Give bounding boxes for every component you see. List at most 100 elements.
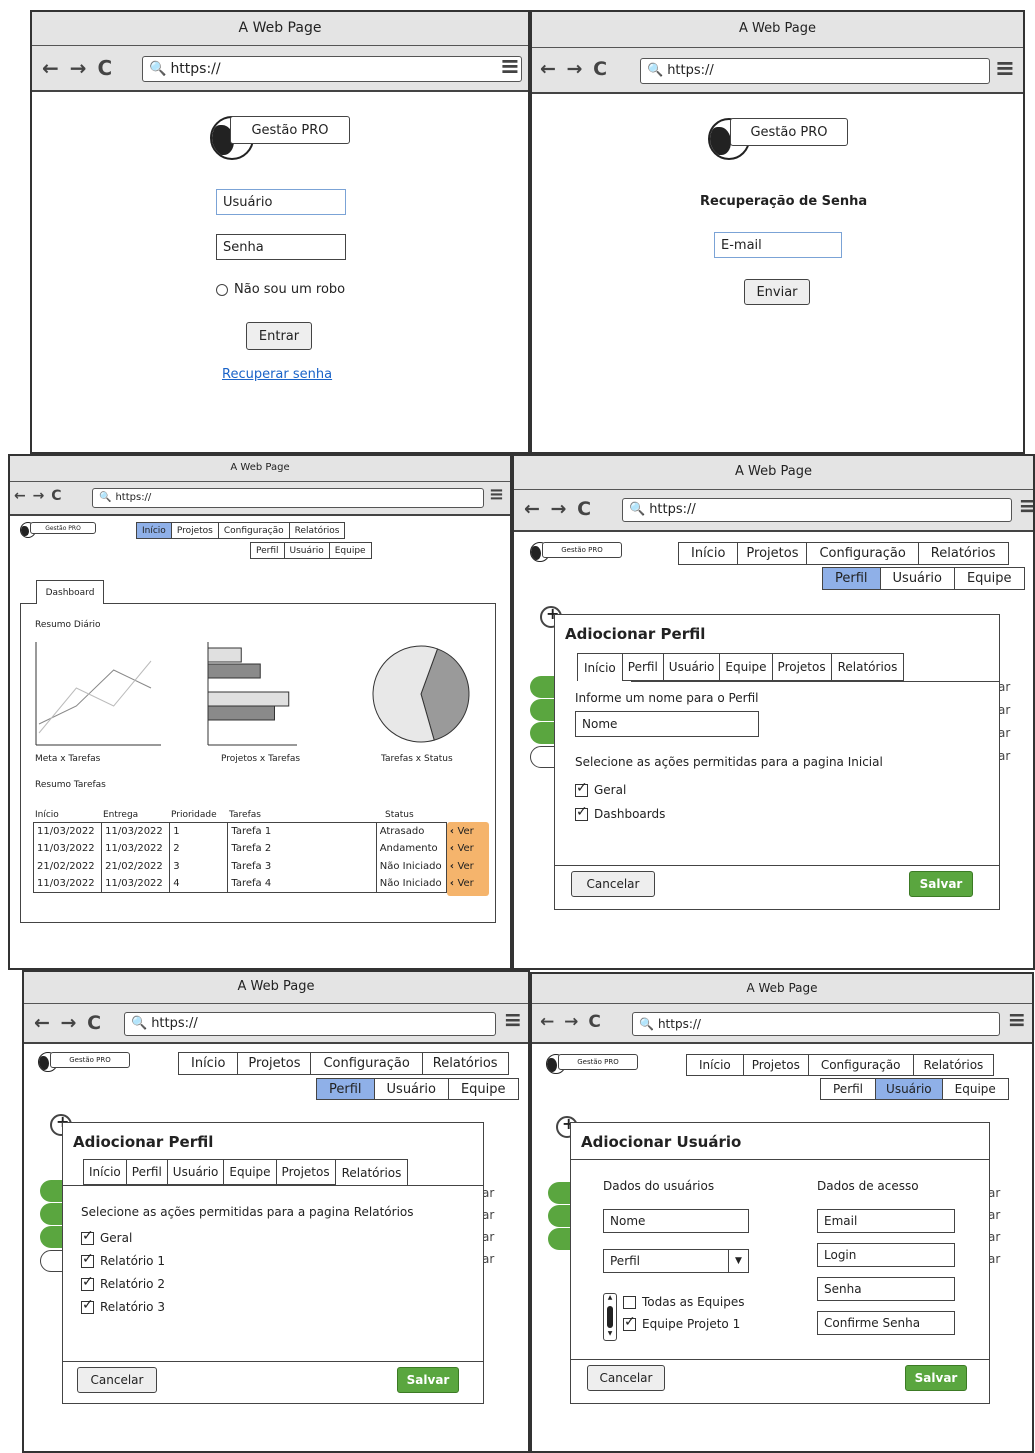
menu-icon[interactable]: ≡ [500,52,520,80]
tab-relatorios[interactable]: Relatórios [917,542,1009,565]
tab-relatorios[interactable]: Relatórios [912,1054,995,1076]
dialog-tab-relatorios[interactable]: Relatórios [334,1159,409,1185]
check-team-project-1[interactable]: Equipe Projeto 1 [623,1314,740,1331]
menu-icon[interactable]: ≡ [1019,494,1033,519]
check-dashboards[interactable]: Dashboards [575,804,665,821]
back-arrow-icon[interactable]: ← [540,58,558,80]
menu-icon[interactable]: ≡ [1008,1008,1026,1033]
save-button[interactable]: Salvar [905,1365,967,1391]
dialog-tab-equipe[interactable]: Equipe [223,1159,276,1185]
tab-inicio[interactable]: Início [136,522,171,539]
url-input[interactable]: 🔍 https:// [622,498,1012,522]
dialog-tab-inicio[interactable]: Início [577,653,622,681]
dialog-tab-inicio[interactable]: Início [83,1159,126,1185]
tab-usuario[interactable]: Usuário [879,567,954,590]
check-relatorio-2[interactable]: Relatório 2 [81,1274,165,1291]
back-arrow-icon[interactable]: ← [34,1012,52,1034]
dialog-tab-projetos[interactable]: Projetos [275,1159,335,1185]
menu-icon[interactable]: ≡ [995,54,1015,82]
forward-arrow-icon[interactable]: → [70,56,89,80]
tab-perfil[interactable]: Perfil [822,567,880,590]
reload-icon[interactable]: C [97,56,114,80]
scroll-thumb[interactable] [607,1306,613,1328]
dialog-tab-projetos[interactable]: Projetos [771,653,831,681]
scroll-down-icon[interactable]: ▼ [604,1330,616,1340]
dialog-tab-relatorios[interactable]: Relatórios [830,653,905,681]
email-input[interactable]: E-mail [714,232,842,258]
dialog-tab-usuario[interactable]: Usuário [662,653,720,681]
check-all-teams[interactable]: Todas as Equipes [623,1295,744,1309]
cancel-button[interactable]: Cancelar [587,1365,665,1391]
tab-configuracao[interactable]: Configuração [807,1054,913,1076]
tab-inicio[interactable]: Início [178,1052,238,1075]
tab-usuario[interactable]: Usuário [875,1078,942,1100]
tab-equipe[interactable]: Equipe [953,567,1025,590]
send-button[interactable]: Enviar [744,279,810,305]
reload-icon[interactable]: C [588,1012,602,1032]
confirm-password-input[interactable]: Confirme Senha [817,1311,955,1335]
tab-equipe[interactable]: Equipe [447,1078,519,1100]
login-input[interactable]: Login [817,1243,955,1267]
password-input[interactable]: Senha [817,1277,955,1301]
tab-projetos[interactable]: Projetos [742,1054,808,1076]
url-input[interactable]: 🔍 https:// [124,1012,496,1036]
back-arrow-icon[interactable]: ← [540,1012,556,1032]
forward-arrow-icon[interactable]: → [567,58,585,80]
back-arrow-icon[interactable]: ← [14,488,27,504]
url-input[interactable]: 🔍 https:// [640,58,990,84]
dialog-tab-usuario[interactable]: Usuário [166,1159,224,1185]
tab-equipe[interactable]: Equipe [328,542,372,559]
forward-arrow-icon[interactable]: → [33,488,46,504]
recover-password-link[interactable]: Recuperar senha [222,367,332,382]
tab-usuario[interactable]: Usuário [373,1078,448,1100]
url-input[interactable]: 🔍 https:// [92,488,484,508]
teams-scrollbar[interactable]: ▲ ▼ [603,1293,617,1341]
tab-configuracao[interactable]: Configuração [310,1052,422,1075]
url-input[interactable]: 🔍 https:// [632,1012,1000,1036]
save-button[interactable]: Salvar [909,871,973,897]
tab-inicio[interactable]: Início [678,542,738,565]
password-input[interactable]: Senha [216,234,346,260]
check-geral[interactable]: Geral [575,780,626,797]
tab-configuracao[interactable]: Configuração [217,522,289,539]
menu-icon[interactable]: ≡ [504,1008,522,1033]
reload-icon[interactable]: C [577,498,593,520]
tab-inicio[interactable]: Início [686,1054,743,1076]
profile-select[interactable]: Perfil ▼ [603,1249,749,1273]
menu-icon[interactable]: ≡ [489,484,504,505]
dialog-tab-perfil[interactable]: Perfil [621,653,663,681]
login-button[interactable]: Entrar [246,322,312,350]
save-button[interactable]: Salvar [397,1367,459,1393]
tab-perfil[interactable]: Perfil [316,1078,374,1100]
view-button[interactable]: ‹ Ver [446,875,488,893]
dropdown-arrow-icon[interactable]: ▼ [728,1250,748,1272]
view-button[interactable]: ‹ Ver [446,858,488,876]
reload-icon[interactable]: C [87,1012,103,1034]
forward-arrow-icon[interactable]: → [551,498,569,520]
profile-name-input[interactable]: Nome [575,711,759,737]
email-input[interactable]: Email [817,1209,955,1233]
username-input[interactable]: Usuário [216,189,346,215]
back-arrow-icon[interactable]: ← [524,498,542,520]
reload-icon[interactable]: C [51,488,62,504]
back-arrow-icon[interactable]: ← [42,56,61,80]
tab-relatorios[interactable]: Relatórios [421,1052,509,1075]
view-button[interactable]: ‹ Ver [446,840,488,858]
scroll-up-icon[interactable]: ▲ [604,1294,616,1304]
cancel-button[interactable]: Cancelar [571,871,655,897]
dialog-tab-equipe[interactable]: Equipe [719,653,772,681]
view-button[interactable]: ‹ Ver [446,823,488,841]
tab-usuario[interactable]: Usuário [283,542,329,559]
check-relatorio-1[interactable]: Relatório 1 [81,1251,165,1268]
url-input[interactable]: 🔍 https:// [142,56,522,82]
check-relatorio-3[interactable]: Relatório 3 [81,1297,165,1314]
forward-arrow-icon[interactable]: → [61,1012,79,1034]
forward-arrow-icon[interactable]: → [564,1012,580,1032]
tab-projetos[interactable]: Projetos [737,542,807,565]
captcha-radio[interactable]: Não sou um robo [216,282,345,297]
user-name-input[interactable]: Nome [603,1209,749,1233]
tab-perfil[interactable]: Perfil [820,1078,876,1100]
tab-configuracao[interactable]: Configuração [806,542,918,565]
tab-projetos[interactable]: Projetos [170,522,218,539]
tab-relatorios[interactable]: Relatórios [288,522,346,539]
